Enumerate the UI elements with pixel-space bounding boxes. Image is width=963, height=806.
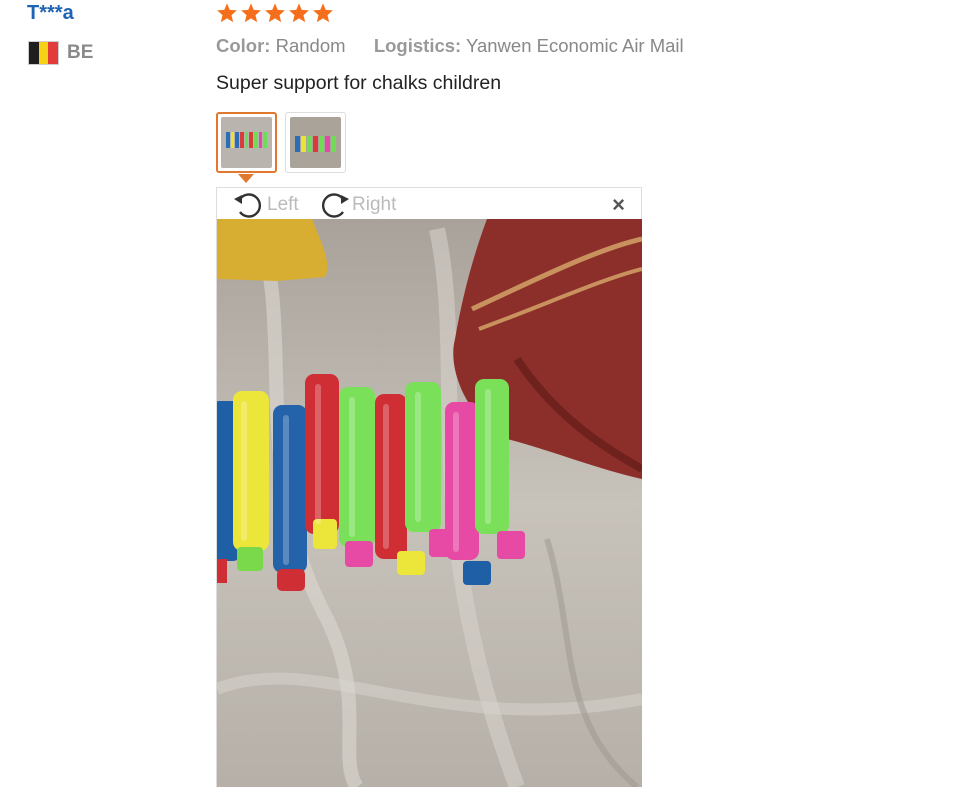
thumbnail-2-image bbox=[290, 117, 341, 168]
rotate-left-icon bbox=[234, 193, 262, 218]
review-text: Super support for chalks children bbox=[216, 72, 502, 94]
country-code: BE bbox=[67, 42, 94, 63]
close-icon[interactable]: × bbox=[612, 194, 625, 216]
belgium-flag-icon bbox=[28, 41, 59, 65]
star-icon bbox=[265, 3, 285, 23]
thumbnail-1[interactable] bbox=[216, 112, 277, 173]
review-thumbnails bbox=[216, 112, 346, 173]
thumbnail-1-image bbox=[221, 117, 272, 168]
image-viewer: Left Right × bbox=[216, 187, 642, 787]
star-icon bbox=[289, 3, 309, 23]
star-icon bbox=[217, 3, 237, 23]
star-icon bbox=[313, 3, 333, 23]
reviewer-country: BE bbox=[28, 40, 93, 66]
star-rating bbox=[216, 2, 334, 24]
viewer-toolbar: Left Right × bbox=[217, 188, 641, 220]
review-photo bbox=[217, 219, 642, 787]
reviewer-name[interactable]: T***a bbox=[27, 2, 74, 25]
logistics-attr-label: Logistics: bbox=[373, 35, 462, 56]
rotate-right-button[interactable]: Right bbox=[316, 190, 396, 220]
active-thumbnail-caret bbox=[238, 174, 254, 183]
color-attr-value: Random bbox=[275, 35, 346, 56]
rotate-left-button[interactable]: Left bbox=[231, 190, 299, 220]
color-attr-label: Color: bbox=[216, 35, 271, 56]
thumbnail-2[interactable] bbox=[285, 112, 346, 173]
review-attributes: Color: Random Logistics: Yanwen Economic… bbox=[216, 35, 684, 57]
rotate-left-label: Left bbox=[267, 194, 299, 215]
rotate-right-icon bbox=[321, 193, 349, 218]
logistics-attr-value: Yanwen Economic Air Mail bbox=[466, 35, 684, 56]
rotate-right-label: Right bbox=[352, 194, 397, 215]
star-icon bbox=[241, 3, 261, 23]
